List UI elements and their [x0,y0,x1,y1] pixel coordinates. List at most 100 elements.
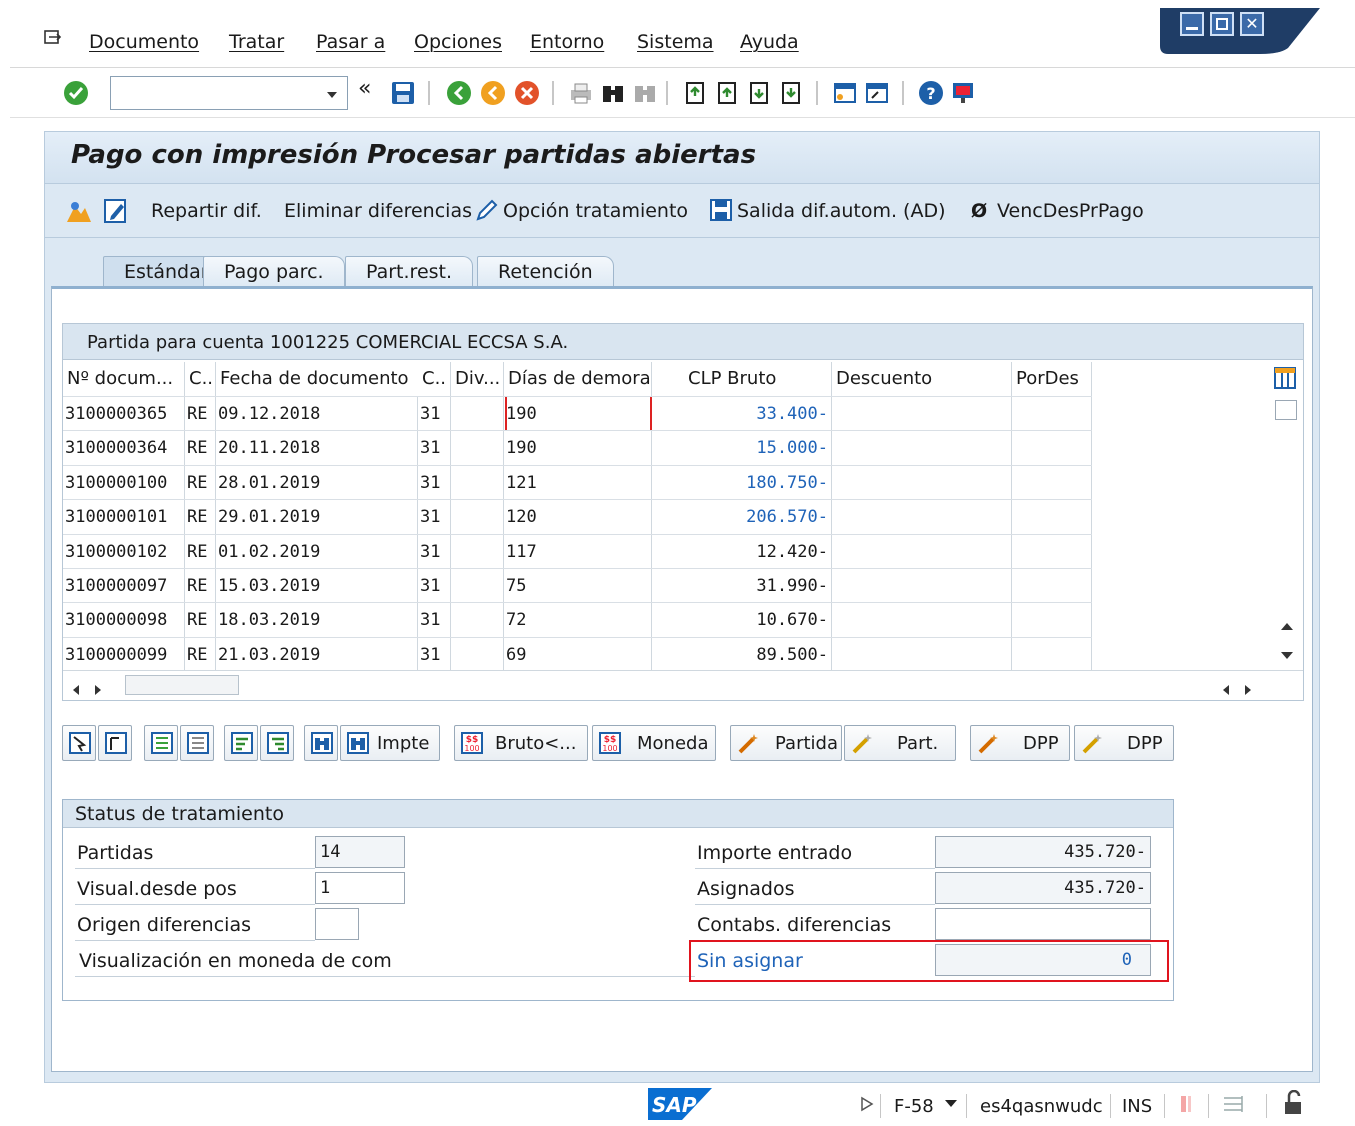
play-icon[interactable] [860,1096,874,1117]
tab-part-rest[interactable]: Part.rest. [345,256,474,288]
menu-tratar[interactable]: Tratar [229,31,284,53]
table-cell-desc[interactable] [832,569,1012,603]
column-header-c[interactable]: C.. [418,362,451,396]
table-cell-pord[interactable] [1012,397,1092,431]
table-row[interactable]: 3100000097 RE 15.03.2019 31 75 31.990- [63,568,1092,603]
table-cell-dias[interactable]: 121 [504,465,652,500]
table-row[interactable]: 3100000098 RE 18.03.2019 31 72 10.670- [63,602,1092,638]
scroll-right-icon[interactable] [1243,680,1253,701]
column-header-bruto[interactable]: CLP Bruto [652,362,832,396]
column-header-div[interactable]: Div... [451,362,504,396]
minimize-icon[interactable] [1180,12,1204,36]
menu-ayuda[interactable]: Ayuda [740,31,799,53]
horizontal-scrollbar[interactable] [63,670,1303,700]
column-header-clase[interactable]: C.. [185,362,216,396]
visual-desde-pos-field[interactable]: 1 [315,872,405,904]
moneda-button[interactable]: $$ 100 Moneda [592,725,716,761]
scroll-up-icon[interactable] [1279,616,1295,637]
find-next-icon[interactable] [632,80,658,106]
exit-icon[interactable] [480,80,506,106]
edit-icon[interactable] [103,198,129,229]
table-cell-desc[interactable] [832,500,1012,535]
menu-entorno[interactable]: Entorno [530,31,604,53]
opcion-tratamiento-button[interactable]: Opción tratamiento [503,200,688,222]
chevron-down-icon[interactable] [325,85,339,106]
find-icon[interactable] [600,80,626,106]
deactivate-items-button[interactable] [180,725,214,761]
back-double-icon[interactable]: « [358,76,384,102]
dpp-remove-button[interactable]: DPP [1074,725,1174,761]
eliminar-diferencias-button[interactable]: Eliminar diferencias [284,200,472,222]
bruto-button[interactable]: $$ 100 Bruto<... [454,725,588,761]
chevron-down-icon[interactable] [944,1094,958,1115]
origen-diferencias-field[interactable] [315,908,359,940]
table-cell-desc[interactable] [832,603,1012,638]
cancel-icon[interactable] [514,80,540,106]
table-cell-pord[interactable] [1012,534,1092,569]
tab-retencion[interactable]: Retención [477,256,614,288]
scroll-thumb[interactable] [125,675,239,695]
column-header-pordes[interactable]: PorDes [1012,362,1092,396]
select-block-button[interactable] [62,725,96,761]
back-icon[interactable] [446,80,472,106]
salida-dif-autom-button[interactable]: Salida dif.autom. (AD) [737,200,946,222]
search-button[interactable] [304,725,338,761]
table-settings-icon[interactable] [1273,366,1297,395]
menu-pasar-a[interactable]: Pasar a [316,31,385,53]
scroll-left-icon[interactable] [1221,680,1231,701]
table-cell-dias[interactable]: 190 [504,397,652,431]
scroll-right-icon[interactable] [93,680,103,701]
table-cell-desc[interactable] [832,637,1012,672]
last-page-icon[interactable] [778,80,804,106]
contabs-diferencias-field[interactable] [935,908,1151,940]
print-icon[interactable] [568,80,594,106]
dpp-button[interactable]: DPP [970,725,1070,761]
table-row[interactable]: 3100000099 RE 21.03.2019 31 69 89.500- [63,636,1092,672]
column-header-doc[interactable]: Nº docum... [63,362,185,396]
activate-items-button[interactable] [144,725,178,761]
table-cell-desc[interactable] [832,465,1012,500]
tab-pago-parc[interactable]: Pago parc. [203,256,345,288]
table-cell-pord[interactable] [1012,465,1092,500]
table-cell-desc[interactable] [832,397,1012,431]
table-cell-pord[interactable] [1012,603,1092,638]
help-icon[interactable]: ? [918,80,944,106]
close-icon[interactable]: ✕ [1240,12,1264,36]
menu-documento[interactable]: Documento [89,31,199,53]
customize-icon[interactable] [950,80,976,106]
command-field[interactable] [110,76,348,110]
table-cell-pord[interactable] [1012,500,1092,535]
table-row[interactable]: 3100000100 RE 28.01.2019 31 121 180.750- [63,464,1092,500]
table-cell-dias[interactable]: 72 [504,603,652,638]
maximize-icon[interactable] [1210,12,1234,36]
sort-ascending-button[interactable] [224,725,258,761]
table-cell-dias[interactable]: 117 [504,534,652,569]
partida-button[interactable]: Partida [730,725,842,761]
select-all-checkbox[interactable] [1275,400,1297,420]
shortcut-icon[interactable] [864,80,890,106]
part-button[interactable]: Part. [844,725,956,761]
overview-icon[interactable] [65,198,93,229]
table-cell-dias[interactable]: 120 [504,500,652,535]
lock-icon[interactable] [1282,1089,1306,1121]
menu-icon[interactable] [44,30,62,46]
column-header-descuento[interactable]: Descuento [832,362,1012,396]
menu-opciones[interactable]: Opciones [414,31,502,53]
menu-sistema[interactable]: Sistema [637,31,714,53]
new-session-icon[interactable] [832,80,858,106]
deselect-block-button[interactable] [98,725,132,761]
repartir-dif-button[interactable]: Repartir dif. [151,200,262,222]
search-amount-button[interactable]: Impte [340,725,440,761]
table-row[interactable]: 3100000364 RE 20.11.2018 31 190 15.000- [63,430,1092,466]
sort-descending-button[interactable] [260,725,294,761]
table-cell-pord[interactable] [1012,569,1092,603]
prev-page-icon[interactable] [714,80,740,106]
table-row[interactable]: 3100000101 RE 29.01.2019 31 120 206.570- [63,499,1092,535]
column-header-fecha[interactable]: Fecha de documento [216,362,451,396]
venc-des-pr-pago-button[interactable]: VencDesPrPago [997,200,1144,222]
scroll-left-icon[interactable] [71,680,81,701]
table-row[interactable]: 3100000102 RE 01.02.2019 31 117 12.420- [63,533,1092,569]
table-cell-pord[interactable] [1012,431,1092,466]
enter-icon[interactable] [63,80,89,106]
table-cell-dias[interactable]: 75 [504,569,652,603]
